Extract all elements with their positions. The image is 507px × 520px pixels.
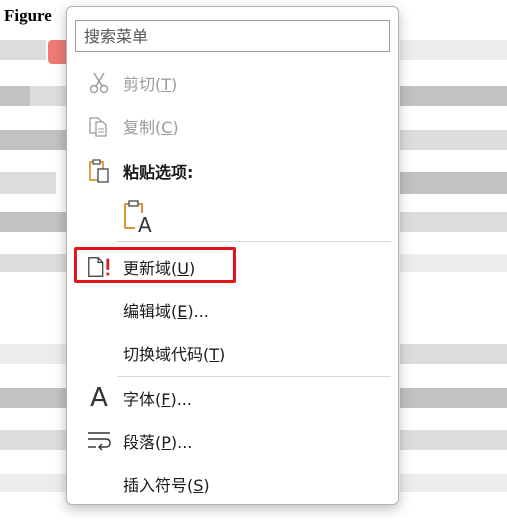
blurred-text [400,388,507,408]
menu-item-label: 编辑域(E)... [123,302,209,321]
menu-item-cut[interactable]: 剪切(T) [68,63,397,103]
blurred-text [400,430,507,450]
blurred-text [0,388,66,408]
comment-marker [48,40,66,64]
clipboard-icon [86,158,112,184]
blurred-text [0,86,30,106]
menu-separator [117,241,391,242]
paragraph-icon [86,428,112,454]
blurred-text [0,254,66,272]
blurred-text [400,86,507,106]
blurred-text [400,474,507,492]
blurred-text [400,172,507,194]
font-icon: A [90,383,108,413]
document-heading: Figure [4,6,52,25]
menu-item-paste-options: 粘贴选项: [68,151,397,191]
menu-item-font[interactable]: A 字体(F)... [68,378,397,418]
menu-item-label: 字体(F)... [123,390,192,409]
blurred-text [0,344,66,364]
blurred-text [0,212,66,232]
blurred-text [400,212,507,232]
menu-item-label: 剪切(T) [123,75,178,94]
blurred-text [400,254,507,272]
menu-search-input[interactable] [76,21,389,51]
blurred-text [30,86,66,106]
menu-item-label: 插入符号(S) [123,476,210,495]
blurred-text [0,130,66,150]
menu-search-box[interactable] [75,20,390,52]
menu-item-edit-field[interactable]: 编辑域(E)... [68,290,397,330]
copy-icon [86,113,112,139]
blurred-text [400,130,507,150]
menu-item-copy[interactable]: 复制(C) [68,106,397,146]
menu-separator [117,376,391,377]
menu-item-insert-symbol[interactable]: 插入符号(S) [68,464,397,504]
menu-item-label: 粘贴选项: [123,163,194,182]
scissors-icon [86,70,112,96]
menu-item-toggle-field-codes[interactable]: 切换域代码(T) [68,333,397,373]
menu-item-paragraph[interactable]: 段落(P)... [68,421,397,461]
blurred-text [0,40,46,60]
highlight-annotation [74,247,236,283]
blurred-text [400,344,507,364]
blurred-text [0,474,66,492]
blurred-text [0,172,56,194]
blurred-text [400,40,507,60]
blurred-text [0,430,66,450]
paste-keep-text-only-button[interactable]: A [119,197,159,237]
menu-item-label: 段落(P)... [123,433,193,452]
paste-text-only-letter: A [138,213,152,237]
menu-item-label: 切换域代码(T) [123,345,226,364]
menu-item-label: 复制(C) [123,118,179,137]
